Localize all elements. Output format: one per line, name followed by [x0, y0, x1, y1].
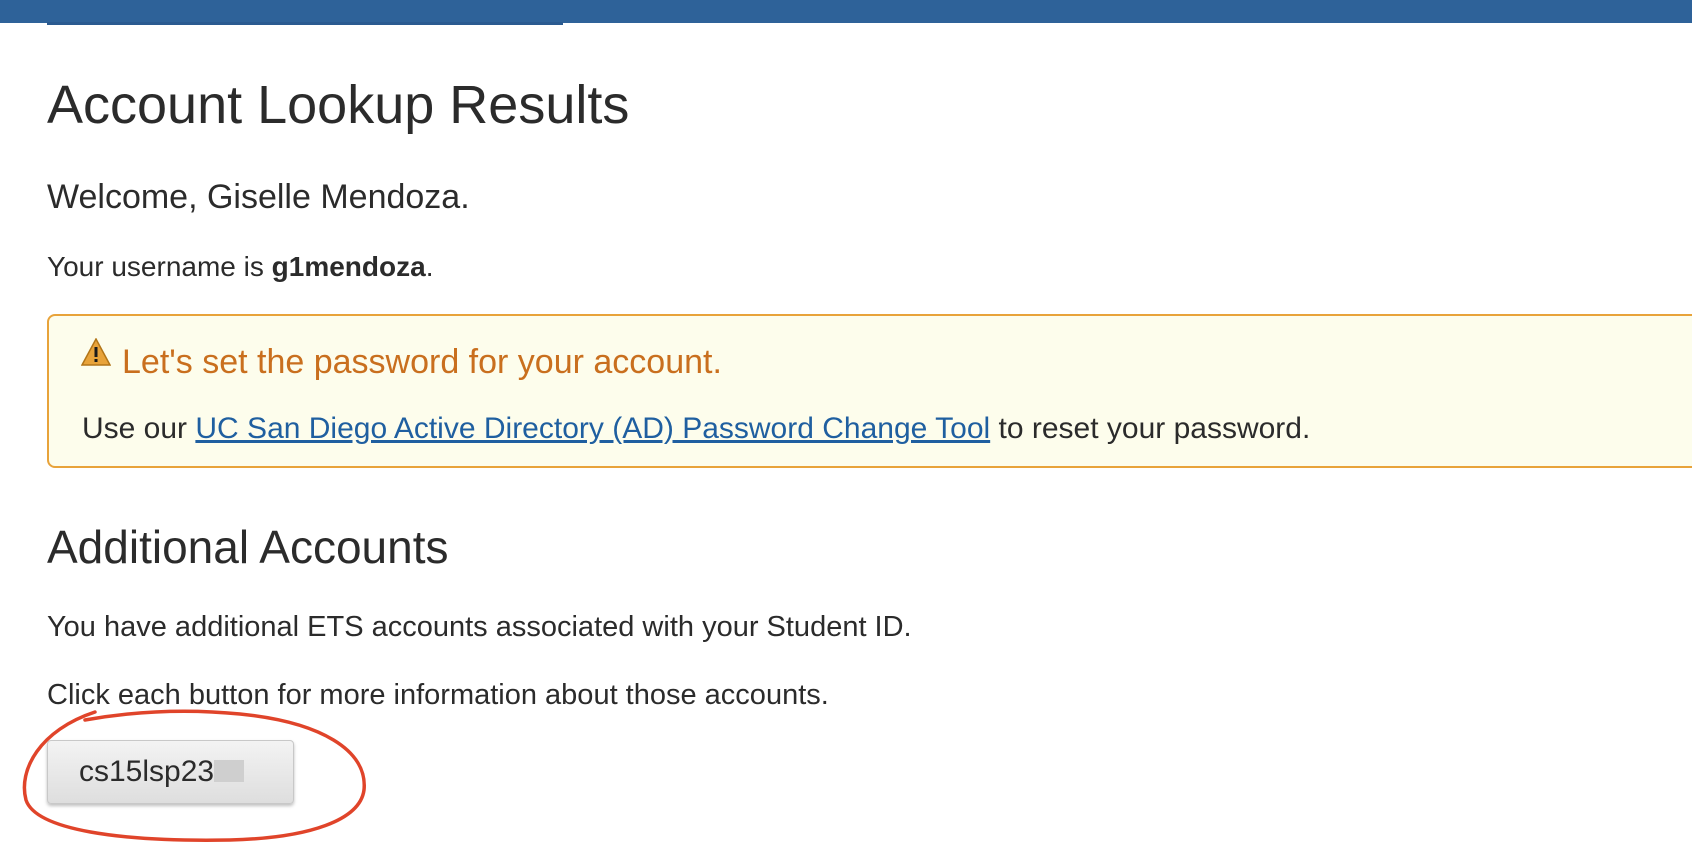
warning-icon [81, 338, 111, 366]
top-navigation-bar [0, 0, 1692, 23]
account-button-label: cs15lsp23 [79, 755, 215, 788]
alert-body-prefix: Use our [82, 412, 196, 445]
additional-accounts-description: You have additional ETS accounts associa… [47, 611, 912, 643]
alert-heading: Let's set the password for your account. [122, 343, 722, 381]
alert-body-suffix: to reset your password. [990, 412, 1311, 445]
alert-body: Use our UC San Diego Active Directory (A… [82, 410, 1310, 448]
additional-accounts-title: Additional Accounts [47, 521, 449, 573]
username-value: g1mendoza [271, 251, 426, 282]
active-nav-indicator [47, 22, 563, 25]
page-title: Account Lookup Results [47, 75, 630, 135]
redaction-block [214, 760, 245, 783]
additional-account-button[interactable]: cs15lsp23 [47, 740, 294, 804]
username-prefix: Your username is [47, 251, 272, 282]
username-line: Your username is g1mendoza. [47, 249, 433, 285]
password-change-tool-link[interactable]: UC San Diego Active Directory (AD) Passw… [195, 412, 990, 445]
welcome-message: Welcome, Giselle Mendoza. [47, 178, 470, 216]
additional-accounts-instruction: Click each button for more information a… [47, 679, 829, 711]
username-suffix: . [425, 251, 434, 282]
password-alert: Let's set the password for your account.… [47, 314, 1692, 468]
